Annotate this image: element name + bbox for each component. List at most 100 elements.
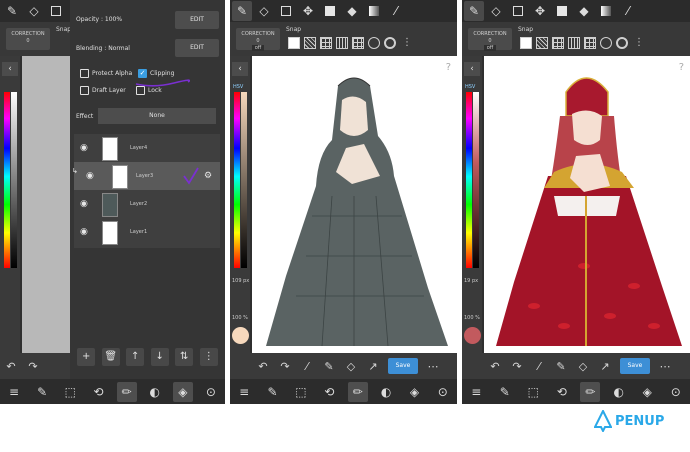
export-icon[interactable]: ↗ [362,360,384,373]
help-icon[interactable]: ? [679,62,684,73]
move-down-icon[interactable]: ↓ [150,348,169,366]
merge-icon[interactable]: ⇅ [175,348,194,366]
drawing-canvas[interactable]: ? [484,56,690,355]
palette-icon[interactable]: ◐ [145,382,165,402]
snap-vertical-icon[interactable] [336,37,348,49]
move-up-icon[interactable]: ↑ [126,348,145,366]
protect-alpha-checkbox[interactable] [80,69,89,78]
more-icon[interactable]: ⋮ [402,37,412,48]
snap-cross-icon[interactable] [584,37,596,49]
undo-icon[interactable]: ↶ [484,360,506,373]
snap-grid-icon[interactable] [320,37,332,49]
redo-icon[interactable]: ↷ [506,360,528,373]
bucket-icon[interactable]: ◆ [574,1,594,21]
help-icon[interactable]: ? [446,62,451,73]
eyedropper-icon[interactable]: ⁄ [528,360,550,373]
menu-icon[interactable]: ≡ [234,382,254,402]
canvas-preview[interactable] [22,56,70,355]
eye-icon[interactable]: ◉ [80,143,88,153]
eraser-icon[interactable]: ◇ [340,360,362,373]
layer-row-selected[interactable]: ↳ ◉ Layer3 ⚙ [72,162,220,192]
bucket-icon[interactable]: ◆ [342,1,362,21]
brush-icon[interactable]: ✏ [347,381,368,402]
gear-icon[interactable]: ⚙ [204,171,212,181]
gradient-icon[interactable] [364,1,384,21]
rotate-icon[interactable]: ⟲ [88,382,108,402]
edit-icon[interactable]: ✎ [32,382,52,402]
edit-icon[interactable]: ✎ [495,382,515,402]
menu-icon[interactable]: ≡ [466,382,486,402]
drawing-canvas[interactable]: ? [252,56,457,355]
fill-rect-icon[interactable] [320,1,340,21]
blending-edit-button[interactable]: EDIT [175,39,219,57]
menu-icon[interactable]: ≡ [4,382,24,402]
snap-off-icon[interactable] [288,37,300,49]
pen-icon[interactable]: ✎ [550,360,572,373]
correction-button[interactable]: CORRECTION 0 [6,28,50,50]
lock-checkbox[interactable] [136,86,145,95]
hue-slider[interactable] [466,92,472,268]
add-layer-icon[interactable]: + [77,348,96,366]
snap-circle-icon[interactable] [600,37,612,49]
effect-dropdown[interactable]: None [98,108,216,124]
gradient-icon[interactable] [596,1,616,21]
eye-icon[interactable]: ◉ [86,171,94,181]
select-icon[interactable]: ⬚ [291,382,311,402]
pen-icon[interactable]: ✎ [318,360,340,373]
snap-grid-icon[interactable] [552,37,564,49]
correction-button[interactable]: CORRECTION 0 off [468,28,512,51]
settings-icon[interactable]: ⊙ [433,382,453,402]
more-icon[interactable]: ⋮ [634,37,644,48]
eraser-tool-icon[interactable]: ◇ [254,1,274,21]
eyedrop-icon[interactable]: ⁄ [618,1,638,21]
select-icon[interactable]: ⬚ [60,382,80,402]
settings-icon[interactable]: ⊙ [201,382,221,402]
edit-icon[interactable]: ✎ [263,382,283,402]
brush-icon[interactable]: ✏ [116,381,137,402]
snap-vertical-icon[interactable] [568,37,580,49]
snap-off-icon[interactable] [520,37,532,49]
rotate-icon[interactable]: ⟲ [319,382,339,402]
correction-button[interactable]: CORRECTION 0 off [236,28,280,51]
fill-rect-icon[interactable] [552,1,572,21]
snap-concentric-icon[interactable] [616,37,628,49]
value-slider[interactable] [11,92,17,268]
layers-icon[interactable]: ◈ [637,382,657,402]
value-slider[interactable] [473,92,479,268]
snap-parallel-icon[interactable] [304,37,316,49]
clipping-checkbox[interactable]: ✓ [138,69,147,78]
layers-icon[interactable]: ◈ [172,381,193,402]
snap-cross-icon[interactable] [352,37,364,49]
collapse-icon[interactable]: ‹ [464,62,480,76]
pen-tool-icon[interactable]: ✎ [2,1,22,21]
layer-row[interactable]: ◉ Layer4 [74,134,220,164]
export-icon[interactable]: ↗ [594,360,616,373]
more-icon[interactable]: ⋮ [199,348,218,366]
layers-icon[interactable]: ◈ [404,382,424,402]
layer-row[interactable]: ◉ Layer1 [74,218,220,248]
save-button[interactable]: Save [620,358,650,374]
grid-menu-icon[interactable]: ⋯ [654,360,676,373]
select-tool-icon[interactable] [46,1,66,21]
palette-icon[interactable]: ◐ [376,382,396,402]
delete-layer-icon[interactable]: 🗑 [101,348,120,366]
move-tool-icon[interactable]: ✥ [298,1,318,21]
select-tool-icon[interactable] [276,1,296,21]
hue-slider[interactable] [234,92,240,268]
snap-parallel-icon[interactable] [536,37,548,49]
color-swatch[interactable] [464,327,481,344]
eye-icon[interactable]: ◉ [80,199,88,209]
pen-tool-icon[interactable]: ✎ [232,1,252,21]
select-icon[interactable]: ⬚ [523,382,543,402]
eraser-tool-icon[interactable]: ◇ [24,1,44,21]
collapse-icon[interactable]: ‹ [232,62,248,76]
value-slider[interactable] [241,92,247,268]
eraser-icon[interactable]: ◇ [572,360,594,373]
layer-row[interactable]: ◉ Layer2 [74,190,220,220]
brush-icon[interactable]: ✏ [580,381,601,402]
snap-circle-icon[interactable] [368,37,380,49]
opacity-edit-button[interactable]: EDIT [175,11,219,29]
color-swatch[interactable] [232,327,249,344]
hue-slider[interactable] [4,92,10,268]
settings-icon[interactable]: ⊙ [666,382,686,402]
